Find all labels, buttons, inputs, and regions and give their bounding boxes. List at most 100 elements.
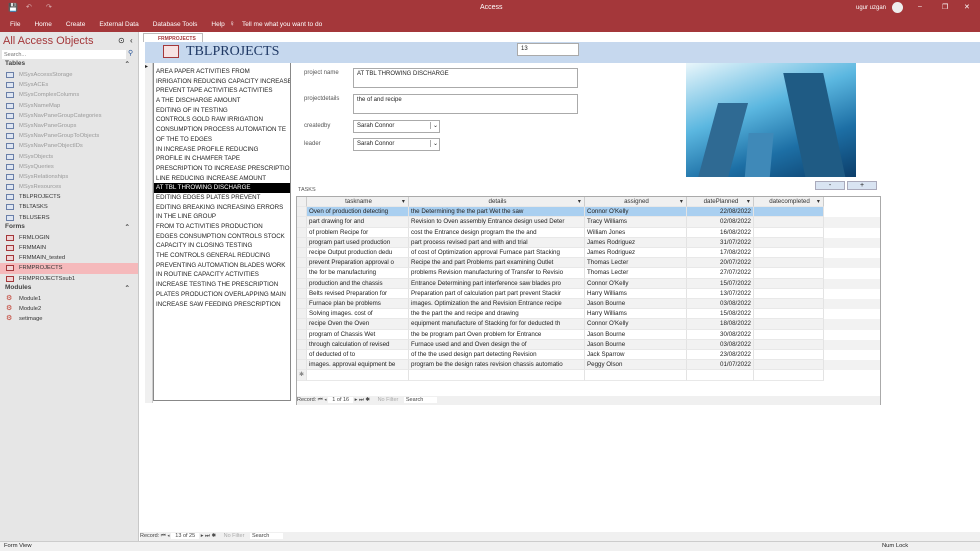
cell-taskname[interactable]: program of Chassis Wet: [307, 329, 409, 340]
cell-taskname[interactable]: Furnace plan be problems: [307, 299, 409, 310]
ribbon-tab-external-data[interactable]: External Data: [99, 21, 138, 28]
cell-dateplanned[interactable]: 30/08/2022: [687, 329, 754, 340]
project-list-item[interactable]: A THE DISCHARGE AMOUNT: [154, 96, 290, 106]
cell-taskname[interactable]: the for be manufacturing: [307, 268, 409, 279]
project-list-item[interactable]: CAPACITY IN CLOSING TESTING: [154, 241, 290, 251]
table-row[interactable]: of problem Recipe for cost the Entrance d…: [297, 227, 880, 238]
cell-taskname[interactable]: Oven of production detecting: [307, 207, 409, 218]
nav-item-frmlogin[interactable]: FRMLOGIN: [0, 233, 138, 243]
nav-item-tblusers[interactable]: TBLUSERS: [0, 213, 138, 223]
cell-taskname[interactable]: recipe Output production dedu: [307, 248, 409, 259]
project-list-item[interactable]: IRRIGATION REDUCING CAPACITY INCREASE: [154, 77, 290, 87]
project-list-item[interactable]: IN INCREASE PROFILE REDUCING: [154, 145, 290, 155]
redo-icon[interactable]: ↷: [46, 3, 52, 11]
project-listbox[interactable]: AREA PAPER ACTIVITIES FROM IRRIGATION RED…: [153, 63, 291, 401]
cell-details[interactable]: Entrance Determining part interference s…: [409, 278, 585, 289]
table-row[interactable]: recipe Output production dedu of cost of …: [297, 248, 880, 259]
project-list-item[interactable]: IN THE LINE GROUP: [154, 212, 290, 222]
cell-dateplanned[interactable]: 27/07/2022: [687, 268, 754, 279]
row-selector[interactable]: [297, 350, 307, 361]
no-filter-button[interactable]: No Filter: [378, 397, 399, 403]
record-position[interactable]: 1 of 16: [328, 397, 354, 403]
project-name-input[interactable]: AT TBL THROWING DISCHARGE: [353, 68, 578, 88]
cell-datecompleted[interactable]: [754, 278, 824, 289]
chevron-down-icon[interactable]: ⌄: [429, 122, 438, 129]
row-selector[interactable]: [297, 339, 307, 350]
ribbon-tab-help[interactable]: Help: [211, 21, 224, 28]
table-row[interactable]: Solving images. cost of the the part the …: [297, 309, 880, 320]
nav-section-tables[interactable]: Tables ⌃: [0, 60, 138, 70]
row-selector[interactable]: [297, 360, 307, 371]
nav-item-frmmain_tested[interactable]: FRMMAIN_tested: [0, 253, 138, 263]
tell-me-input[interactable]: Tell me what you want to do: [242, 21, 322, 28]
next-record-icon[interactable]: ▸ ⏭ ✱: [355, 397, 372, 403]
table-row[interactable]: production and the chassis Entrance Deter…: [297, 278, 880, 289]
cell-assigned[interactable]: Jason Bourne: [585, 329, 687, 340]
cell-assigned[interactable]: Harry Williams: [585, 288, 687, 299]
nav-item-msysnavpanegroups[interactable]: MSysNavPaneGroups: [0, 121, 138, 131]
table-row[interactable]: prevent Preparation approval o Recipe the…: [297, 258, 880, 269]
restore-icon[interactable]: ❐: [942, 3, 948, 11]
cell-datecompleted[interactable]: [754, 329, 824, 340]
avatar[interactable]: [892, 2, 903, 13]
leader-combo[interactable]: Sarah Connor ⌄: [353, 138, 440, 151]
search-box[interactable]: Search: [249, 533, 284, 539]
cell-datecompleted[interactable]: [754, 339, 824, 350]
cell-datecompleted[interactable]: [754, 309, 824, 320]
cell-taskname[interactable]: recipe Oven the Oven: [307, 319, 409, 330]
cell-details[interactable]: Preparation part of calculation part par…: [409, 288, 585, 299]
cell-datecompleted[interactable]: [754, 237, 824, 248]
nav-section-modules[interactable]: Modules ⌃: [0, 284, 138, 294]
dropdown-arrow-icon[interactable]: ▾: [680, 197, 683, 206]
row-selector[interactable]: [297, 258, 307, 269]
cell-taskname[interactable]: part drawing for and: [307, 217, 409, 228]
cell-dateplanned[interactable]: 31/07/2022: [687, 237, 754, 248]
project-list-item[interactable]: PRESCRIPTION TO INCREASE PRESCRIPTION: [154, 164, 290, 174]
table-row[interactable]: through calculation of revised Furnace us…: [297, 339, 880, 350]
cell-dateplanned[interactable]: [687, 370, 754, 381]
project-list-item[interactable]: CONSUMPTION PROCESS AUTOMATION TE: [154, 125, 290, 135]
project-list-item[interactable]: LINE REDUCING INCREASE AMOUNT: [154, 174, 290, 184]
first-record-icon[interactable]: ⏮ ◂: [318, 397, 329, 403]
nav-item-msyscomplexcolumns[interactable]: MSysComplexColumns: [0, 90, 138, 100]
cell-details[interactable]: program be the design rates revision cha…: [409, 360, 585, 371]
project-list-item[interactable]: PREVENTING AUTOMATION BLADES WORK: [154, 261, 290, 271]
id-field[interactable]: 13: [517, 43, 579, 56]
nav-item-frmprojectssub1[interactable]: FRMPROJECTSsub1: [0, 274, 138, 284]
column-header-taskname[interactable]: taskname ▾: [307, 197, 409, 208]
project-list-item[interactable]: CONTROLS GOLD RAW IRRIGATION: [154, 115, 290, 125]
cell-details[interactable]: of the the used design part detecting Re…: [409, 350, 585, 361]
table-row[interactable]: of deducted of to of the the used design …: [297, 350, 880, 361]
cell-assigned[interactable]: William Jones: [585, 227, 687, 238]
nav-menu-icon[interactable]: ⊙: [118, 36, 125, 45]
cell-details[interactable]: cost the Entrance design program the the…: [409, 227, 585, 238]
cell-details[interactable]: images. Optimization the and Revision En…: [409, 299, 585, 310]
cell-dateplanned[interactable]: 17/08/2022: [687, 248, 754, 259]
createdby-combo[interactable]: Sarah Connor ⌄: [353, 120, 440, 133]
nav-section-forms[interactable]: Forms ⌃: [0, 223, 138, 233]
row-selector[interactable]: [297, 278, 307, 289]
cell-assigned[interactable]: Tracy Williams: [585, 217, 687, 228]
cell-taskname[interactable]: images. approval equipment be: [307, 360, 409, 371]
cell-dateplanned[interactable]: 16/08/2022: [687, 227, 754, 238]
cell-assigned[interactable]: Jason Bourne: [585, 299, 687, 310]
project-list-item[interactable]: AT TBL THROWING DISCHARGE: [154, 183, 290, 193]
column-header-assigned[interactable]: assigned ▾: [585, 197, 687, 208]
cell-dateplanned[interactable]: 15/08/2022: [687, 309, 754, 320]
cell-details[interactable]: the be program part Oven problem for Ent…: [409, 329, 585, 340]
table-row[interactable]: program of Chassis Wet the be program par…: [297, 329, 880, 340]
table-row[interactable]: part drawing for and Revision to Oven ass…: [297, 217, 880, 228]
nav-item-msysaces[interactable]: MSysACEs: [0, 80, 138, 90]
cell-dateplanned[interactable]: 01/07/2022: [687, 360, 754, 371]
cell-dateplanned[interactable]: 18/08/2022: [687, 319, 754, 330]
cell-taskname[interactable]: [307, 370, 409, 381]
row-selector[interactable]: [297, 309, 307, 320]
cell-dateplanned[interactable]: 20/07/2022: [687, 258, 754, 269]
dropdown-arrow-icon[interactable]: ▾: [817, 197, 820, 206]
dropdown-arrow-icon[interactable]: ▾: [578, 197, 581, 206]
row-selector[interactable]: ✱: [297, 370, 307, 381]
project-list-item[interactable]: EDITING BREAKING INCREASING ERRORS: [154, 203, 290, 213]
dropdown-arrow-icon[interactable]: ▾: [402, 197, 405, 206]
nav-item-setimage[interactable]: ⚙ setimage: [0, 314, 138, 324]
nav-item-module1[interactable]: ⚙ Module1: [0, 294, 138, 304]
